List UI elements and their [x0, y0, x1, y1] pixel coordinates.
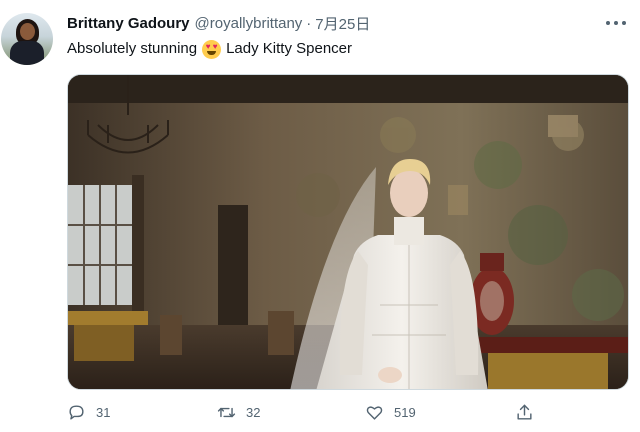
like-icon — [366, 405, 383, 420]
avatar-face — [20, 23, 35, 40]
reply-count: 31 — [96, 404, 111, 420]
separator-dot: · — [306, 14, 312, 32]
tweet[interactable]: Brittany Gadoury @royallybrittany · 7月25… — [0, 0, 640, 432]
tweet-photo[interactable] — [67, 74, 629, 390]
tweet-actions: 31 32 519 — [67, 400, 547, 424]
tweet-date[interactable]: 7月25日 — [315, 13, 370, 34]
more-icon[interactable] — [606, 14, 626, 32]
avatar[interactable] — [1, 13, 53, 65]
reply-icon — [69, 404, 84, 420]
share-icon — [517, 404, 532, 420]
reply-button[interactable]: 31 — [67, 400, 110, 424]
author-handle[interactable]: @royallybrittany — [195, 15, 303, 32]
avatar-shirt — [10, 41, 44, 65]
like-count: 519 — [394, 404, 416, 420]
tweet-text-after: Lady Kitty Spencer — [226, 40, 352, 57]
author-name[interactable]: Brittany Gadoury — [67, 15, 190, 32]
tweet-header: Brittany Gadoury @royallybrittany · 7月25… — [67, 12, 370, 34]
heart-eyes-emoji-icon: ♥ ♥ — [202, 39, 222, 59]
retweet-count: 32 — [246, 404, 261, 420]
tweet-text-before: Absolutely stunning — [67, 40, 198, 57]
retweet-icon — [217, 407, 236, 417]
tweet-text: Absolutely stunning ♥ ♥ Lady Kitty Spence… — [67, 38, 352, 60]
like-button[interactable]: 519 — [365, 400, 416, 424]
share-button[interactable] — [515, 400, 544, 424]
retweet-button[interactable]: 32 — [217, 400, 260, 424]
